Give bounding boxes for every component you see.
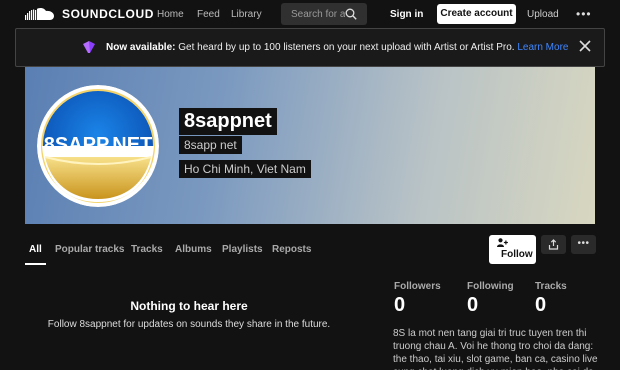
share-icon <box>548 239 559 250</box>
banner-text: Get heard by up to 100 listeners on your… <box>175 42 518 53</box>
avatar-text: 8SAPP.NET <box>44 134 153 156</box>
profile-name: 8sappnet <box>179 108 277 135</box>
promo-banner: Now available: Get heard by up to 100 li… <box>15 28 605 67</box>
avatar-logo: 8SAPP.NET <box>37 85 159 207</box>
following-label[interactable]: Following <box>467 281 514 292</box>
profile-bio: 8S la mot nen tang giai tri truc tuyen t… <box>393 328 598 370</box>
nav-library[interactable]: Library <box>231 9 262 20</box>
profile-subtitle: 8sapp net <box>179 136 242 154</box>
create-account-button[interactable]: Create account <box>437 4 516 24</box>
brand-name: SOUNDCLOUD <box>62 7 154 21</box>
tab-albums[interactable]: Albums <box>175 244 212 255</box>
follow-button[interactable]: Follow <box>489 235 536 264</box>
add-user-icon <box>497 238 508 247</box>
sign-in-button[interactable]: Sign in <box>390 9 423 20</box>
upload-link[interactable]: Upload <box>527 9 559 20</box>
following-count[interactable]: 0 <box>467 294 478 317</box>
tab-popular-tracks[interactable]: Popular tracks <box>55 244 124 255</box>
search-icon[interactable] <box>345 8 357 20</box>
tab-reposts[interactable]: Reposts <box>272 244 311 255</box>
profile-location: Ho Chi Minh, Viet Nam <box>179 160 311 178</box>
cloud-icon <box>25 8 54 20</box>
close-icon[interactable] <box>578 39 592 53</box>
empty-state-title: Nothing to hear here <box>130 299 248 313</box>
followers-count[interactable]: 0 <box>394 294 405 317</box>
nav-feed[interactable]: Feed <box>197 9 220 20</box>
top-navbar: SOUNDCLOUD Home Feed Library Search for … <box>0 0 620 28</box>
avatar[interactable]: 8SAPP.NET <box>37 85 159 207</box>
more-options-icon[interactable]: ••• <box>576 7 592 21</box>
artist-pro-icon <box>83 41 95 53</box>
tab-tracks[interactable]: Tracks <box>131 244 163 255</box>
more-actions-icon[interactable]: ••• <box>571 235 596 254</box>
tab-playlists[interactable]: Playlists <box>222 244 263 255</box>
learn-more-link[interactable]: Learn More <box>517 42 568 53</box>
search-placeholder: Search for artists, bands, tracks, podca… <box>291 9 345 20</box>
follow-label: Follow <box>501 249 533 260</box>
followers-label[interactable]: Followers <box>394 281 441 292</box>
tab-all[interactable]: All <box>29 244 42 255</box>
profile-header: 8SAPP.NET 8sappnet 8sapp net Ho Chi Minh… <box>25 67 595 224</box>
active-tab-indicator <box>25 263 46 265</box>
banner-message: Now available: Get heard by up to 100 li… <box>106 42 568 53</box>
nav-home[interactable]: Home <box>157 9 184 20</box>
search-input[interactable]: Search for artists, bands, tracks, podca… <box>281 3 367 25</box>
tracks-label[interactable]: Tracks <box>535 281 567 292</box>
share-button[interactable] <box>541 235 566 254</box>
banner-bold: Now available: <box>106 42 176 53</box>
empty-state-subtitle: Follow 8sappnet for updates on sounds th… <box>47 319 331 330</box>
soundcloud-logo[interactable]: SOUNDCLOUD <box>24 6 154 22</box>
tracks-count[interactable]: 0 <box>535 294 546 317</box>
